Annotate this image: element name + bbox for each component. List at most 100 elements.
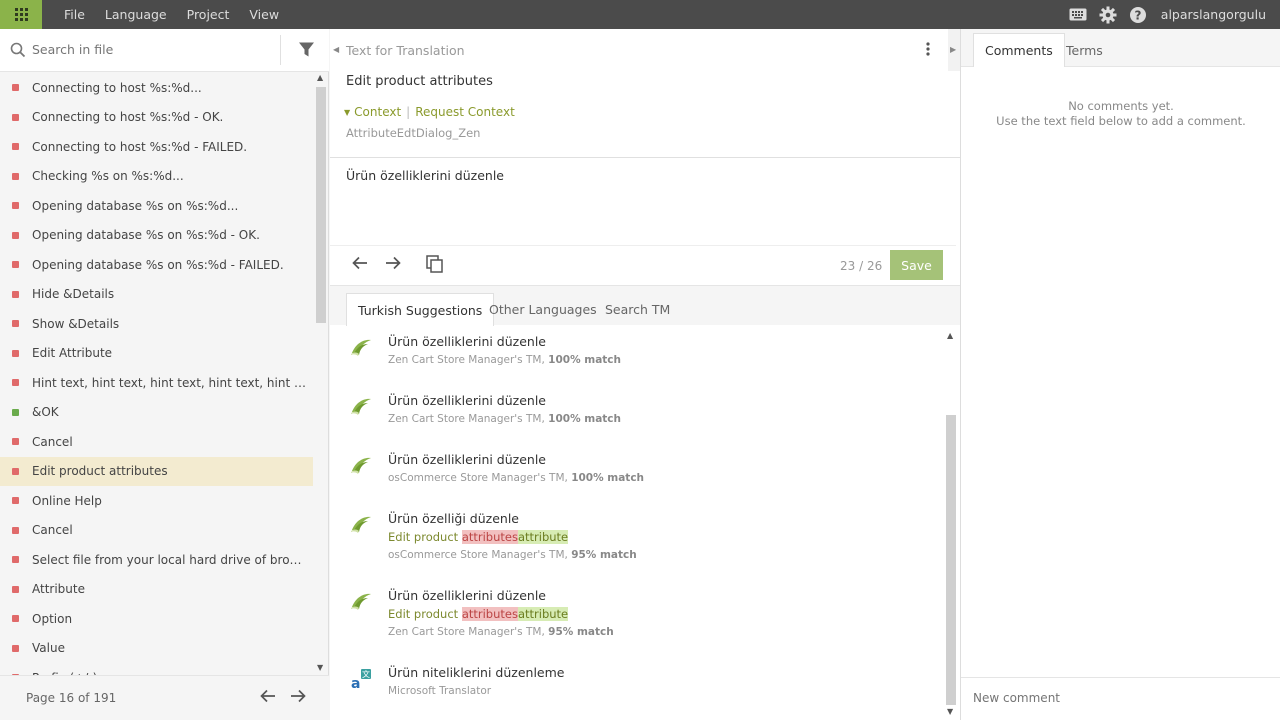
- scroll-up-icon[interactable]: ▲: [317, 73, 323, 82]
- collapse-right-button[interactable]: ▶: [948, 29, 960, 71]
- suggestion-source: Zen Cart Store Manager's TM, 95% match: [388, 626, 614, 638]
- next-page-icon[interactable]: [290, 689, 306, 706]
- suggestion-text: Ürün özelliği düzenle: [388, 511, 519, 526]
- list-item[interactable]: Option: [0, 604, 313, 634]
- list-item[interactable]: Hint text, hint text, hint text, hint te…: [0, 368, 313, 398]
- list-item[interactable]: Cancel: [0, 516, 313, 546]
- more-options-icon[interactable]: [926, 42, 930, 59]
- help-icon[interactable]: ?: [1127, 4, 1149, 26]
- list-item-label: Opening database %s on %s:%d...: [32, 198, 239, 213]
- untranslated-status-icon: [12, 172, 19, 180]
- suggestion-source: Zen Cart Store Manager's TM, 100% match: [388, 354, 621, 366]
- list-item-label: Checking %s on %s:%d...: [32, 169, 184, 184]
- list-item[interactable]: Cancel: [0, 427, 313, 457]
- pager: Page 16 of 191: [0, 675, 329, 720]
- search-input[interactable]: [32, 42, 272, 57]
- collapse-right-icon: ▶: [950, 45, 957, 54]
- list-item[interactable]: Connecting to host %s:%d...: [0, 73, 313, 103]
- list-item-label: Select file from your local hard drive o…: [32, 552, 307, 567]
- tab-other-languages[interactable]: Other Languages: [478, 293, 608, 326]
- list-item[interactable]: Checking %s on %s:%d...: [0, 162, 313, 192]
- suggestion-origin: Microsoft Translator: [388, 685, 492, 697]
- menu-view[interactable]: View: [249, 7, 279, 22]
- context-toggle[interactable]: Context: [354, 105, 401, 119]
- suggestion-text: Ürün özelliklerini düzenle: [388, 334, 547, 349]
- context-key: AttributeEdtDialog_Zen: [346, 126, 481, 140]
- list-item[interactable]: Show &Details: [0, 309, 313, 339]
- untranslated-status-icon: [12, 615, 19, 622]
- main-menu: File Language Project View: [50, 0, 285, 29]
- request-context-link[interactable]: Request Context: [415, 105, 515, 119]
- list-item[interactable]: Online Help: [0, 486, 313, 516]
- top-right-controls: ? alparslangorgulu: [1059, 0, 1266, 29]
- editor-toolbar: 23 / 26 Save: [330, 246, 960, 286]
- gear-icon[interactable]: [1097, 4, 1119, 26]
- untranslated-status-icon: [12, 320, 19, 327]
- new-comment-input[interactable]: [973, 691, 1269, 705]
- scroll-thumb[interactable]: [946, 415, 956, 705]
- menu-file[interactable]: File: [64, 7, 85, 22]
- list-item-label: Option: [32, 611, 73, 626]
- suggestion-origin: osCommerce Store Manager's TM,: [388, 549, 568, 561]
- copy-source-icon[interactable]: [426, 255, 443, 276]
- list-item[interactable]: Select file from your local hard drive o…: [0, 545, 313, 575]
- menu-project[interactable]: Project: [187, 7, 230, 22]
- section-divider: [330, 157, 960, 158]
- suggestion-text: Ürün niteliklerini düzenleme: [388, 665, 565, 680]
- keyboard-icon[interactable]: [1067, 4, 1089, 26]
- strings-scrollbar[interactable]: ▲ ▼: [314, 73, 328, 675]
- list-item[interactable]: Attribute: [0, 575, 313, 605]
- suggestion-item[interactable]: Ürün özelliklerini düzenle osCommerce Sto…: [330, 449, 944, 508]
- menu-language[interactable]: Language: [105, 7, 167, 22]
- scroll-thumb[interactable]: [316, 87, 326, 323]
- untranslated-status-icon: [12, 231, 19, 239]
- suggestions-scrollbar[interactable]: ▲ ▼: [944, 331, 958, 720]
- tab-terms[interactable]: Terms: [1055, 33, 1114, 67]
- tab-turkish-suggestions[interactable]: Turkish Suggestions: [346, 293, 495, 326]
- scroll-down-icon[interactable]: ▼: [947, 707, 953, 716]
- list-item[interactable]: Edit product attributes: [0, 456, 313, 486]
- list-item[interactable]: Value: [0, 634, 313, 664]
- list-item[interactable]: Connecting to host %s:%d - FAILED.: [0, 132, 313, 162]
- list-item[interactable]: &OK: [0, 398, 313, 428]
- untranslated-status-icon: [12, 202, 19, 209]
- suggestion-origin: Zen Cart Store Manager's TM,: [388, 626, 545, 638]
- untranslated-status-icon: [12, 261, 19, 268]
- collapse-left-icon[interactable]: ◀: [333, 45, 339, 54]
- svg-text:文: 文: [362, 669, 370, 679]
- next-string-icon[interactable]: [385, 256, 401, 273]
- svg-text:?: ?: [1134, 8, 1141, 22]
- suggestions-list: Ürün özelliklerini düzenle Zen Cart Store…: [330, 325, 944, 720]
- filter-icon[interactable]: [298, 41, 315, 61]
- translation-input[interactable]: [346, 168, 946, 238]
- caret-down-icon[interactable]: ▼: [344, 108, 350, 117]
- diff-added: attribute: [517, 607, 569, 621]
- save-button[interactable]: Save: [890, 250, 943, 280]
- list-item[interactable]: Edit Attribute: [0, 339, 313, 369]
- previous-page-icon[interactable]: [260, 689, 276, 706]
- machine-translation-icon: a文: [350, 668, 372, 693]
- untranslated-status-icon: [12, 290, 19, 298]
- scroll-up-icon[interactable]: ▲: [947, 331, 953, 340]
- suggestion-item[interactable]: a 文 Ürün niteliklerini düzenleme Microsoft …: [330, 662, 944, 720]
- search-divider: [280, 35, 281, 65]
- diff-removed: attributes: [461, 607, 518, 621]
- list-item[interactable]: Opening database %s on %s:%d...: [0, 191, 313, 221]
- scroll-down-icon[interactable]: ▼: [317, 663, 323, 672]
- tab-comments[interactable]: Comments: [973, 33, 1065, 67]
- page-indicator: Page 16 of 191: [26, 691, 117, 705]
- tab-search-tm[interactable]: Search TM: [594, 293, 681, 326]
- list-item[interactable]: Hide &Details: [0, 280, 313, 310]
- user-name[interactable]: alparslangorgulu: [1161, 7, 1266, 22]
- suggestion-item[interactable]: Ürün özelliklerini düzenle Zen Cart Store…: [330, 331, 944, 390]
- list-item[interactable]: Opening database %s on %s:%d - OK.: [0, 221, 313, 251]
- list-item[interactable]: Opening database %s on %s:%d - FAILED.: [0, 250, 313, 280]
- previous-string-icon[interactable]: [352, 256, 368, 273]
- list-item[interactable]: Connecting to host %s:%d - OK.: [0, 103, 313, 133]
- suggestion-item[interactable]: Ürün özelliklerini düzenle Edit product a…: [330, 585, 944, 662]
- suggestion-item[interactable]: Ürün özelliği düzenle Edit product attrib…: [330, 508, 944, 585]
- context-separator: |: [406, 105, 411, 119]
- suggestion-item[interactable]: Ürün özelliklerini düzenle Zen Cart Store…: [330, 390, 944, 449]
- apps-grid-icon[interactable]: [0, 0, 42, 29]
- list-item[interactable]: Prefix (+/-): [0, 663, 313, 675]
